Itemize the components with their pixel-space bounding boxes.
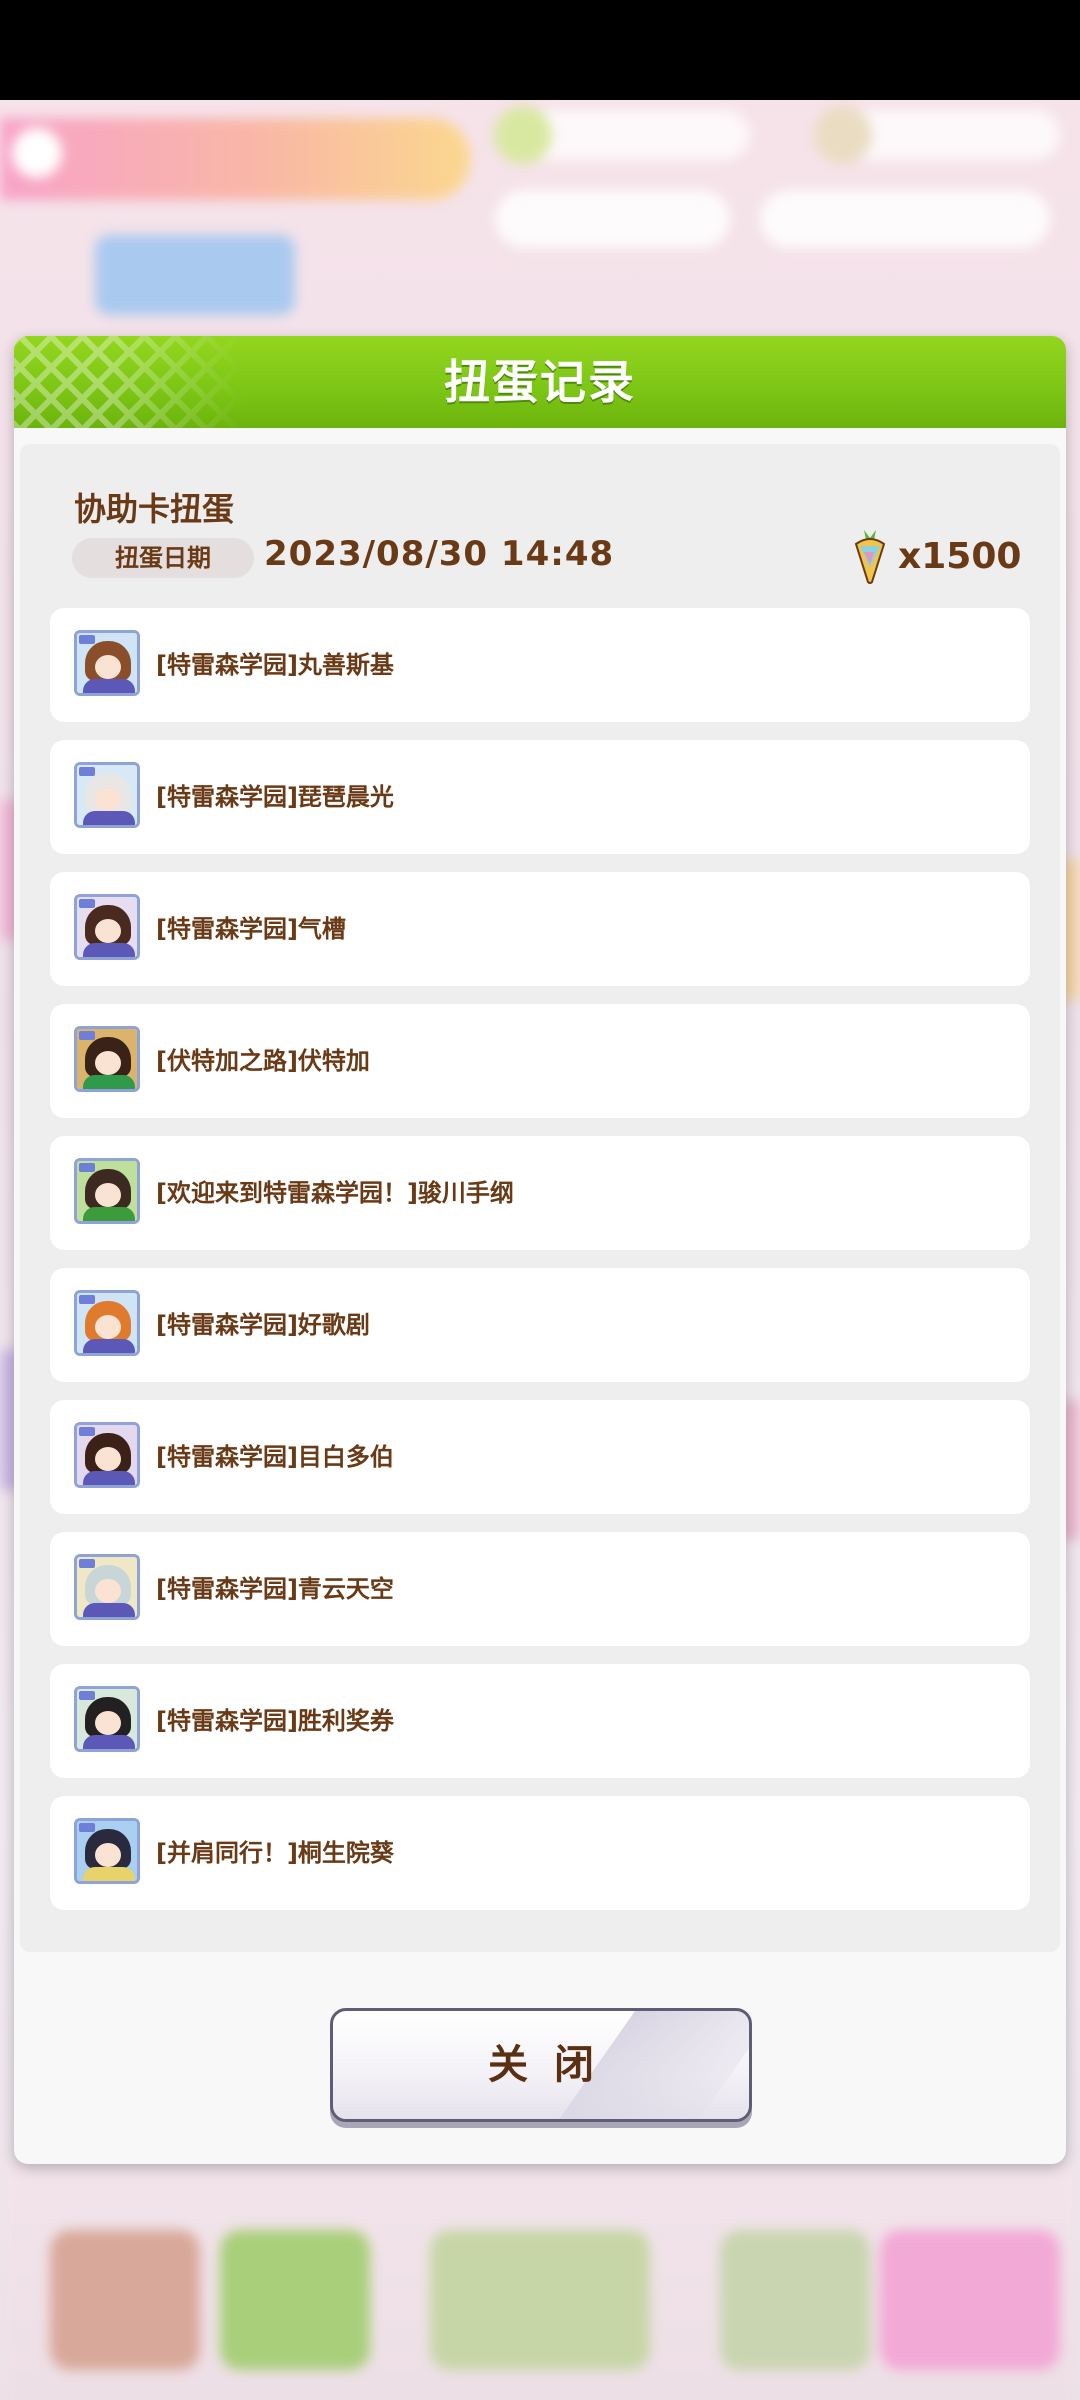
resource-counter: [814, 106, 1060, 164]
result-name: [特雷森学园]丸善斯基: [156, 651, 394, 679]
support-card-thumbnail-icon: [74, 1290, 140, 1356]
result-row[interactable]: [伏特加之路]伏特加: [50, 1004, 1030, 1118]
result-name: [欢迎来到特雷森学园！]骏川手纲: [156, 1179, 514, 1207]
result-name: [特雷森学园]琵琶晨光: [156, 783, 394, 811]
bottom-nav-item: [220, 2230, 370, 2370]
background-pill-button: [760, 190, 1050, 248]
result-row[interactable]: [欢迎来到特雷森学园！]骏川手纲: [50, 1136, 1030, 1250]
result-name: [特雷森学园]胜利奖券: [156, 1707, 394, 1735]
support-card-thumbnail-icon: [74, 1026, 140, 1092]
support-card-thumbnail-icon: [74, 1158, 140, 1224]
gacha-history-dialog: 扭蛋记录 协助卡扭蛋 扭蛋日期 2023/08/30 14:48 x1500 […: [14, 336, 1066, 2164]
support-card-thumbnail-icon: [74, 1686, 140, 1752]
background-banner: [0, 118, 470, 200]
support-card-thumbnail-icon: [74, 630, 140, 696]
bottom-nav-item: [720, 2230, 870, 2370]
result-row[interactable]: [特雷森学园]胜利奖券: [50, 1664, 1030, 1778]
status-bar: [0, 0, 1080, 100]
result-name: [特雷森学园]青云天空: [156, 1575, 394, 1603]
section-title: 协助卡扭蛋: [74, 490, 235, 528]
result-name: [并肩同行！]桐生院葵: [156, 1839, 394, 1867]
date-value: 2023/08/30 14:48: [264, 534, 615, 574]
support-card-thumbnail-icon: [74, 1818, 140, 1884]
support-card-thumbnail-icon: [74, 1554, 140, 1620]
result-name: [特雷森学园]气槽: [156, 915, 346, 943]
dialog-header: 扭蛋记录: [14, 336, 1066, 428]
result-row[interactable]: [特雷森学园]气槽: [50, 872, 1030, 986]
date-label-badge: 扭蛋日期: [72, 538, 254, 578]
cost-value: x1500: [898, 536, 1022, 577]
support-card-thumbnail-icon: [74, 1422, 140, 1488]
bottom-nav-item: [430, 2230, 650, 2370]
result-row[interactable]: [特雷森学园]目白多伯: [50, 1400, 1030, 1514]
result-name: [伏特加之路]伏特加: [156, 1047, 370, 1075]
close-button[interactable]: 关闭: [330, 2008, 752, 2122]
bottom-nav-item: [50, 2230, 200, 2370]
background-tab: [95, 235, 295, 315]
result-name: [特雷森学园]目白多伯: [156, 1443, 394, 1471]
result-row[interactable]: [特雷森学园]好歌剧: [50, 1268, 1030, 1382]
close-button-label: 关闭: [488, 2042, 620, 2088]
resource-counter: [494, 106, 750, 164]
bottom-nav-item: [880, 2230, 1060, 2370]
result-name: [特雷森学园]好歌剧: [156, 1311, 370, 1339]
result-row[interactable]: [特雷森学园]丸善斯基: [50, 608, 1030, 722]
result-row[interactable]: [特雷森学园]琵琶晨光: [50, 740, 1030, 854]
result-row[interactable]: [特雷森学园]青云天空: [50, 1532, 1030, 1646]
back-icon: [12, 128, 62, 178]
background-pill-button: [495, 190, 730, 248]
result-row[interactable]: [并肩同行！]桐生院葵: [50, 1796, 1030, 1910]
support-card-thumbnail-icon: [74, 894, 140, 960]
support-card-thumbnail-icon: [74, 762, 140, 828]
carrot-jewel-icon: [854, 530, 886, 584]
dialog-title: 扭蛋记录: [444, 355, 636, 409]
